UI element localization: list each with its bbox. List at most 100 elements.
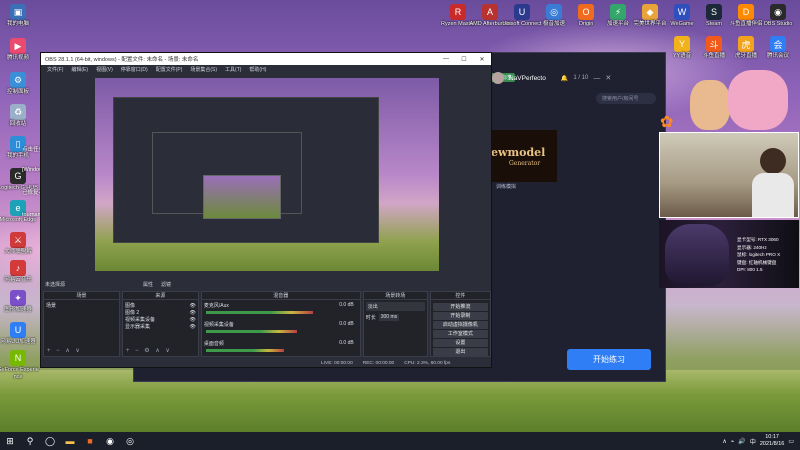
obs-control-button[interactable]: 启动虚拟摄像机 [432,321,488,329]
desktop-shortcut[interactable]: 会腾讯会议 [756,36,800,60]
desktop-shortcut[interactable]: ⚙ 控制面板 [0,72,40,96]
controls-header: 控件 [430,292,490,300]
desktop-shortcut[interactable]: ♪ 网易云音乐 [0,260,40,284]
search-icon[interactable]: ⚲ [20,432,40,450]
close-icon[interactable]: ✕ [473,56,491,63]
obs-menu-item[interactable]: 停靠窗口(D) [121,66,148,73]
sources-dock: 来源 图像 👁 图像 2 👁 视频采集设备 👁 显示器采集 👁 + − ⚙ ∧ ∨ [121,291,199,357]
obs-control-button[interactable]: 开始录制 [432,312,488,320]
desktop-shortcut[interactable]: ▣ 我的电脑 [0,4,40,28]
scene-item[interactable]: 场景 [46,302,117,309]
eye-icon[interactable]: 👁 [190,303,196,309]
avatar[interactable] [492,72,504,84]
desktop-shortcut[interactable]: ◉ OBS Studio [756,4,800,28]
maximize-icon[interactable]: ☐ [455,56,473,63]
minimize-icon[interactable]: — [593,75,600,82]
volume-icon[interactable]: 🔊 [738,438,745,445]
shortcut-label: 回收站 [9,121,27,127]
live-timer: LIVE: 00:00:00 [321,360,353,366]
desktop-shortcut[interactable]: ♻ 回收站 [0,104,40,128]
obs-control-button[interactable]: 设置 [432,339,488,347]
spec-line: 显示器: 240Hz [737,244,767,250]
controls-dock: 控件 开始推流 开始录制 启动虚拟摄像机 工作室模式 设置 退出 [429,291,491,357]
tab-properties[interactable]: 属性 [143,281,153,288]
transitions-body: 淡出 时长 300 ms [364,300,427,356]
obs-window[interactable]: OBS 28.1.1 (64-bit, windows) - 配置文件: 未命名… [40,52,492,368]
chevron-up-icon[interactable]: ∧ [722,438,726,445]
desktop-shortcut[interactable]: ▶ 腾讯视频 [0,38,40,62]
app-icon: U [10,322,26,338]
duration-input[interactable]: 300 ms [378,314,400,321]
eye-icon[interactable]: 👁 [190,317,196,323]
task-view-icon[interactable]: ◯ [40,432,60,450]
card-subtitle: Generator [509,160,541,167]
store-icon[interactable]: ◎ [120,432,140,450]
sources-toolbar[interactable]: + − ⚙ ∧ ∨ [123,347,198,356]
obs-menu-item[interactable]: 配置文件(P) [156,66,183,73]
transition-select[interactable]: 淡出 [365,302,425,311]
volume-meter[interactable] [205,311,313,314]
model-card[interactable]: ewmodel Generator [491,130,557,182]
card-caption: 训练模拟 [496,184,517,190]
volume-meter[interactable] [205,330,297,333]
windows-start-icon[interactable]: ⊞ [0,432,20,450]
shortcut-label: 网易UU加速器 [0,339,36,345]
mixer-channel: 桌面音频 0.0 dB [204,340,358,356]
obs-menu-item[interactable]: 场景集合(S) [190,66,217,73]
obs-menu-item[interactable]: 帮助(H) [249,66,266,73]
bell-icon[interactable]: 🔔 [561,75,568,82]
ime-icon[interactable]: 中 [750,437,756,446]
transitions-header: 场景转场 [363,292,427,300]
start-practice-button[interactable]: 开始练习 [567,349,651,370]
obs-control-button[interactable]: 退出 [432,348,488,356]
anime-overlay-image [690,70,795,132]
search-input[interactable]: 搜索用户/房间号 [596,93,656,104]
app-taskbar-icon[interactable]: ■ [80,432,100,450]
desktop-shortcut[interactable]: ✦ 图形加速器 [0,290,40,314]
desktop-shortcut[interactable]: ⚔ 大师联盟解 [0,232,40,256]
app-icon: D [738,4,754,20]
network-icon[interactable]: ⌁ [731,438,735,445]
channel-db: 0.0 dB [339,321,354,327]
notification-icon[interactable]: ▭ [788,438,794,445]
obs-control-button[interactable]: 开始推流 [432,303,488,311]
desktop-shortcut[interactable]: N GeForce Experience [0,350,40,381]
mixer-dock: 混音器 麦克风/Aux 0.0 dB 视频采集设备 0.0 dB 桌面音频 0.0 dB [200,291,361,357]
obs-preview[interactable] [95,78,439,271]
source-item[interactable]: 图像 👁 [125,302,196,310]
file-explorer-icon[interactable]: ▬ [60,432,80,450]
shortcut-label: 图形加速器 [4,307,32,313]
desktop-background: ▣ 我的电脑 ▶ 腾讯视频 ⚙ 控制面板 ♻ 回收站 ▯ 我的手机 G Logitech G HUB e… [0,0,800,450]
app-icon: ◉ [770,4,786,20]
obs-menu-item[interactable]: 视图(V) [96,66,113,73]
obs-title: OBS 28.1.1 (64-bit, windows) - 配置文件: 未命名… [45,57,199,63]
transitions-dock: 场景转场 淡出 时长 300 ms [362,291,428,357]
webcam-feed [659,132,799,218]
eye-icon[interactable]: 👁 [190,324,196,330]
shortcut-label: 腾讯视频 [6,55,29,61]
spec-line: 鼠标: logitech PRO X [737,252,781,257]
desktop-shortcut[interactable]: U 网易UU加速器 [0,322,40,346]
tab-filters[interactable]: 滤镜 [161,281,171,288]
close-icon[interactable]: ✕ [605,74,611,82]
minimize-icon[interactable]: — [437,56,455,63]
volume-meter[interactable] [205,349,284,352]
duration-label: 时长 [365,315,376,321]
obs-menu-item[interactable]: 文件(F) [47,66,63,73]
eye-icon[interactable]: 👁 [190,310,196,316]
source-item[interactable]: 视频采集设备 👁 [125,316,196,324]
source-item[interactable]: 显示器采集 👁 [125,323,196,331]
obs-menu-item[interactable]: 编辑(E) [71,66,88,73]
obs-menu-item[interactable]: 工具(T) [225,66,241,73]
source-label: 图像 2 [124,310,140,316]
obs-taskbar-icon[interactable]: ◉ [100,432,120,450]
scenes-toolbar[interactable]: + − ∧ ∨ [44,347,119,356]
shortcut-label: 腾讯会议 [766,53,789,59]
source-item[interactable]: 图像 2 👁 [124,309,196,317]
clock[interactable]: 10:17 2021/8/16 [760,434,784,448]
mixer-channel: 视频采集设备 0.0 dB [204,321,358,340]
app-icon: 虎 [738,36,754,52]
spec-line: DPI: 800 1.5 [737,267,763,272]
shortcut-label: GeForce Experience [0,367,39,380]
obs-control-button[interactable]: 工作室模式 [432,330,488,338]
